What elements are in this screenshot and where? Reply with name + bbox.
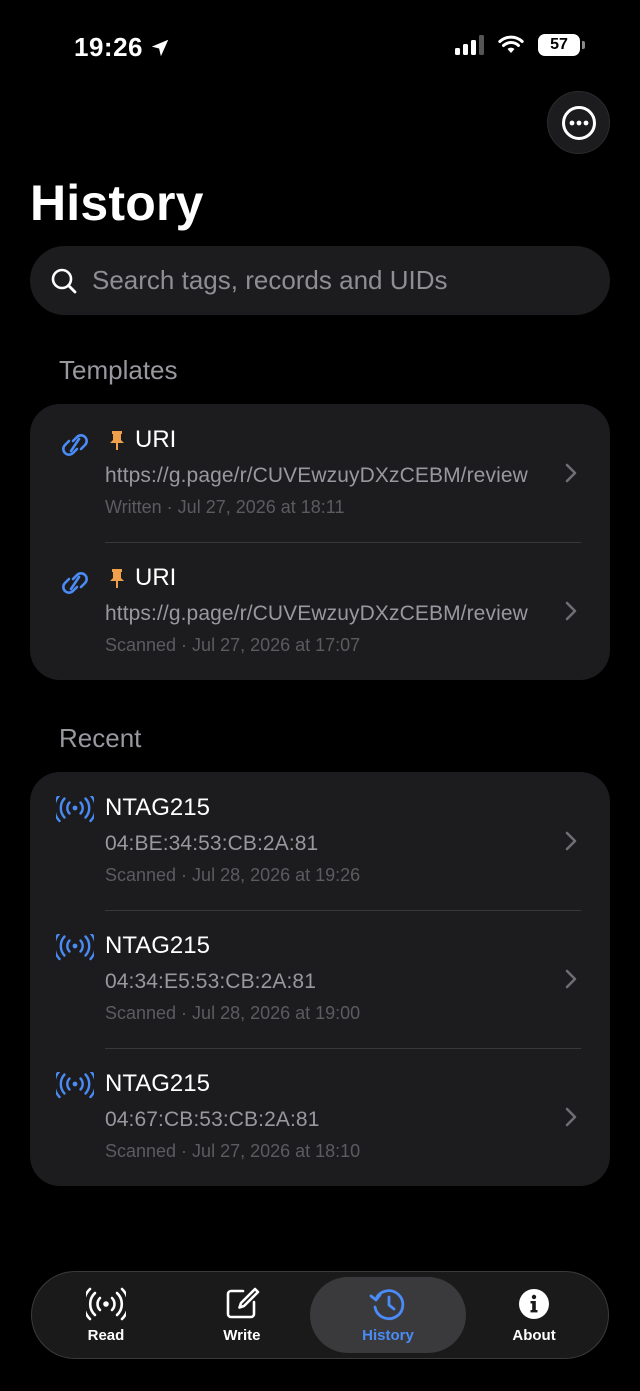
chevron-right-icon bbox=[565, 1107, 577, 1127]
chevron-right-icon bbox=[565, 969, 577, 989]
tab-write-label: Write bbox=[223, 1326, 261, 1344]
status-indicators: 57 bbox=[455, 34, 585, 56]
recent-title: NTAG215 bbox=[105, 794, 210, 821]
recent-meta: Scanned · Jul 28, 2026 at 19:00 bbox=[105, 1003, 361, 1023]
status-bar: 19:26 57 bbox=[0, 0, 640, 96]
info-circle-icon bbox=[519, 1288, 550, 1319]
recent-uid: 04:BE:34:53:CB:2A:81 bbox=[105, 832, 319, 855]
recent-title: NTAG215 bbox=[105, 1070, 210, 1097]
template-meta: Scanned · Jul 27, 2026 at 17:07 bbox=[105, 635, 361, 655]
cellular-signal-icon bbox=[455, 35, 484, 55]
search-icon bbox=[51, 268, 77, 293]
clock-history-icon bbox=[369, 1288, 405, 1320]
pin-icon bbox=[110, 431, 124, 450]
template-url: https://g.page/r/CUVEwzuyDXzCEBM/review bbox=[105, 464, 528, 487]
tab-bar: Read Write History About bbox=[31, 1271, 609, 1359]
template-row[interactable]: URI https://g.page/r/CUVEwzuyDXzCEBM/rev… bbox=[30, 404, 610, 542]
recent-uid: 04:67:CB:53:CB:2A:81 bbox=[105, 1108, 320, 1131]
tab-read-label: Read bbox=[87, 1326, 125, 1344]
recent-row[interactable]: NTAG215 04:BE:34:53:CB:2A:81 Scanned · J… bbox=[30, 772, 610, 910]
tab-history-label: History bbox=[362, 1326, 414, 1344]
search-input[interactable] bbox=[92, 265, 610, 296]
template-title-text: URI bbox=[135, 426, 177, 453]
recent-uid: 04:34:E5:53:CB:2A:81 bbox=[105, 970, 316, 993]
template-row[interactable]: URI https://g.page/r/CUVEwzuyDXzCEBM/rev… bbox=[30, 542, 610, 680]
chevron-right-icon bbox=[565, 601, 577, 621]
status-time: 19:26 bbox=[74, 32, 171, 63]
recent-row[interactable]: NTAG215 04:67:CB:53:CB:2A:81 Scanned · J… bbox=[30, 1048, 610, 1186]
tab-history[interactable]: History bbox=[309, 1277, 467, 1353]
battery-icon: 57 bbox=[538, 34, 585, 56]
wifi-icon bbox=[498, 35, 524, 53]
recent-title: NTAG215 bbox=[105, 932, 210, 959]
template-title: URI bbox=[105, 426, 176, 454]
link-icon bbox=[62, 572, 88, 594]
recent-meta: Scanned · Jul 28, 2026 at 19:26 bbox=[105, 865, 361, 885]
chevron-right-icon bbox=[565, 831, 577, 851]
tab-read[interactable]: Read bbox=[38, 1277, 174, 1353]
templates-card: URI https://g.page/r/CUVEwzuyDXzCEBM/rev… bbox=[30, 404, 610, 680]
page-title: History bbox=[30, 175, 204, 231]
battery-level: 57 bbox=[550, 36, 568, 53]
nfc-waves-icon bbox=[56, 934, 94, 961]
template-meta: Written · Jul 27, 2026 at 18:11 bbox=[105, 497, 345, 517]
nfc-waves-icon bbox=[56, 796, 94, 823]
chevron-right-icon bbox=[565, 463, 577, 483]
search-bar[interactable] bbox=[30, 246, 610, 315]
recent-section-header: Recent bbox=[59, 723, 142, 753]
template-url: https://g.page/r/CUVEwzuyDXzCEBM/review bbox=[105, 602, 528, 625]
recent-row[interactable]: NTAG215 04:34:E5:53:CB:2A:81 Scanned · J… bbox=[30, 910, 610, 1048]
nfc-waves-icon bbox=[56, 1072, 94, 1099]
tab-write[interactable]: Write bbox=[174, 1277, 310, 1353]
link-icon bbox=[62, 434, 88, 456]
tab-about-label: About bbox=[512, 1326, 556, 1344]
tab-about[interactable]: About bbox=[466, 1277, 602, 1353]
template-title: URI bbox=[105, 564, 176, 592]
template-title-text: URI bbox=[135, 564, 177, 591]
square-pencil-icon bbox=[226, 1287, 260, 1318]
pin-icon bbox=[110, 569, 124, 588]
templates-section-header: Templates bbox=[59, 355, 178, 385]
location-arrow-icon bbox=[151, 39, 169, 56]
recent-meta: Scanned · Jul 27, 2026 at 18:10 bbox=[105, 1141, 361, 1161]
recent-card: NTAG215 04:BE:34:53:CB:2A:81 Scanned · J… bbox=[30, 772, 610, 1186]
ellipsis-circle-icon bbox=[561, 105, 596, 140]
nfc-waves-icon bbox=[85, 1287, 126, 1320]
more-options-button[interactable] bbox=[547, 91, 610, 154]
status-time-text: 19:26 bbox=[74, 32, 143, 62]
